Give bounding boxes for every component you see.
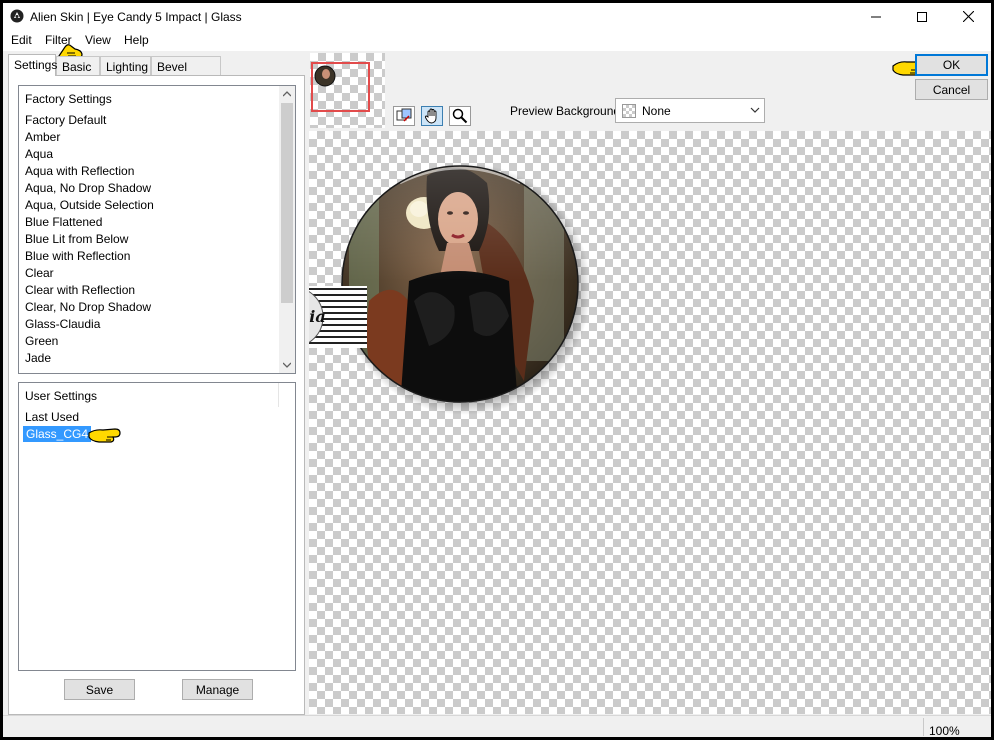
factory-settings-scrollbar[interactable]	[279, 86, 295, 373]
list-item[interactable]: Clear	[25, 266, 54, 280]
list-item[interactable]: Amber	[25, 130, 60, 144]
list-item[interactable]: Last Used	[25, 410, 79, 424]
maximize-icon	[917, 11, 927, 22]
background-swatch	[622, 104, 636, 118]
menu-help[interactable]: Help	[124, 33, 149, 47]
zoom-tool-button[interactable]	[449, 106, 471, 126]
preview-canvas[interactable]: claudia	[309, 131, 991, 714]
list-item[interactable]: Aqua with Reflection	[25, 164, 134, 178]
watermark-logo: claudia	[309, 286, 367, 348]
scroll-thumb[interactable]	[281, 103, 293, 303]
hand-tool-button[interactable]	[421, 106, 443, 126]
pointing-hand-icon	[88, 428, 121, 443]
maximize-button[interactable]	[899, 3, 945, 30]
tab-basic-label: Basic	[62, 60, 92, 74]
factory-settings-header: Factory Settings	[25, 92, 112, 106]
title-bar: Alien Skin | Eye Candy 5 Impact | Glass	[3, 3, 991, 30]
app-logo-icon	[10, 9, 24, 23]
cancel-button[interactable]: Cancel	[915, 79, 988, 100]
user-settings-header: User Settings	[25, 389, 98, 403]
ok-button[interactable]: OK	[915, 54, 988, 76]
preview-mode-icon	[396, 108, 412, 122]
list-item[interactable]: Factory Default	[25, 113, 106, 127]
settings-panel: Factory Settings Factory Default Amber A…	[8, 75, 305, 715]
list-item[interactable]: Clear with Reflection	[25, 283, 135, 297]
list-item[interactable]: Blue Flattened	[25, 215, 102, 229]
save-button[interactable]: Save	[64, 679, 135, 700]
menu-bar: Edit Filter View Help	[3, 30, 991, 51]
list-item[interactable]: Aqua, No Drop Shadow	[25, 181, 151, 195]
preview-image: claudia	[309, 163, 591, 415]
chevron-down-icon[interactable]	[283, 362, 291, 368]
user-settings-list[interactable]: User Settings Last Used Glass_CG4	[18, 382, 296, 671]
list-item[interactable]: Blue with Reflection	[25, 249, 130, 263]
navigator-view-frame[interactable]	[311, 62, 370, 112]
list-item[interactable]: Jade	[25, 351, 51, 365]
list-item[interactable]: Aqua, Outside Selection	[25, 198, 154, 212]
ok-button-label: OK	[942, 58, 961, 72]
menu-view[interactable]: View	[85, 33, 111, 47]
status-divider	[923, 718, 924, 736]
tab-basic[interactable]: Basic	[56, 56, 100, 75]
list-item-selected[interactable]: Glass_CG4	[23, 426, 92, 442]
watermark-text: claudia	[309, 307, 326, 326]
preview-mode-button[interactable]	[393, 106, 415, 126]
manage-button-label: Manage	[195, 682, 240, 697]
chevron-up-icon[interactable]	[283, 91, 291, 97]
list-item[interactable]: Green	[25, 334, 58, 348]
close-button[interactable]	[945, 3, 991, 30]
list-item[interactable]: Clear, No Drop Shadow	[25, 300, 151, 314]
tab-bevel-profile[interactable]: Bevel Profile	[151, 56, 221, 88]
tab-lighting[interactable]: Lighting	[100, 56, 151, 75]
manage-button[interactable]: Manage	[182, 679, 253, 700]
window-title: Alien Skin | Eye Candy 5 Impact | Glass	[30, 10, 242, 24]
tab-settings[interactable]: Settings	[8, 54, 58, 76]
menu-edit[interactable]: Edit	[11, 33, 32, 47]
minimize-button[interactable]	[853, 3, 899, 30]
close-icon	[962, 11, 974, 22]
tab-settings-label: Settings	[14, 58, 58, 72]
tab-lighting-label: Lighting	[106, 60, 149, 74]
list-item[interactable]: Aqua	[25, 147, 53, 161]
eye-candy-window: Alien Skin | Eye Candy 5 Impact | Glass …	[3, 3, 991, 737]
preview-background-value: None	[642, 104, 671, 118]
list-item[interactable]: Glass-Claudia	[25, 317, 100, 331]
chevron-down-icon	[750, 107, 760, 113]
cancel-button-label: Cancel	[932, 82, 971, 97]
hand-tool-icon	[424, 108, 437, 124]
zoom-level: 100%	[929, 724, 960, 737]
preview-background-select[interactable]: None	[615, 98, 765, 123]
minimize-icon	[871, 16, 881, 17]
navigator-thumbnail[interactable]	[310, 53, 385, 128]
preview-background-label: Preview Background:	[510, 104, 624, 118]
zoom-tool-icon	[452, 108, 468, 124]
status-bar: 100%	[3, 715, 991, 737]
save-button-label: Save	[85, 682, 114, 697]
factory-settings-list[interactable]: Factory Settings Factory Default Amber A…	[18, 85, 296, 374]
header-divider	[278, 383, 279, 407]
list-item[interactable]: Blue Lit from Below	[25, 232, 128, 246]
